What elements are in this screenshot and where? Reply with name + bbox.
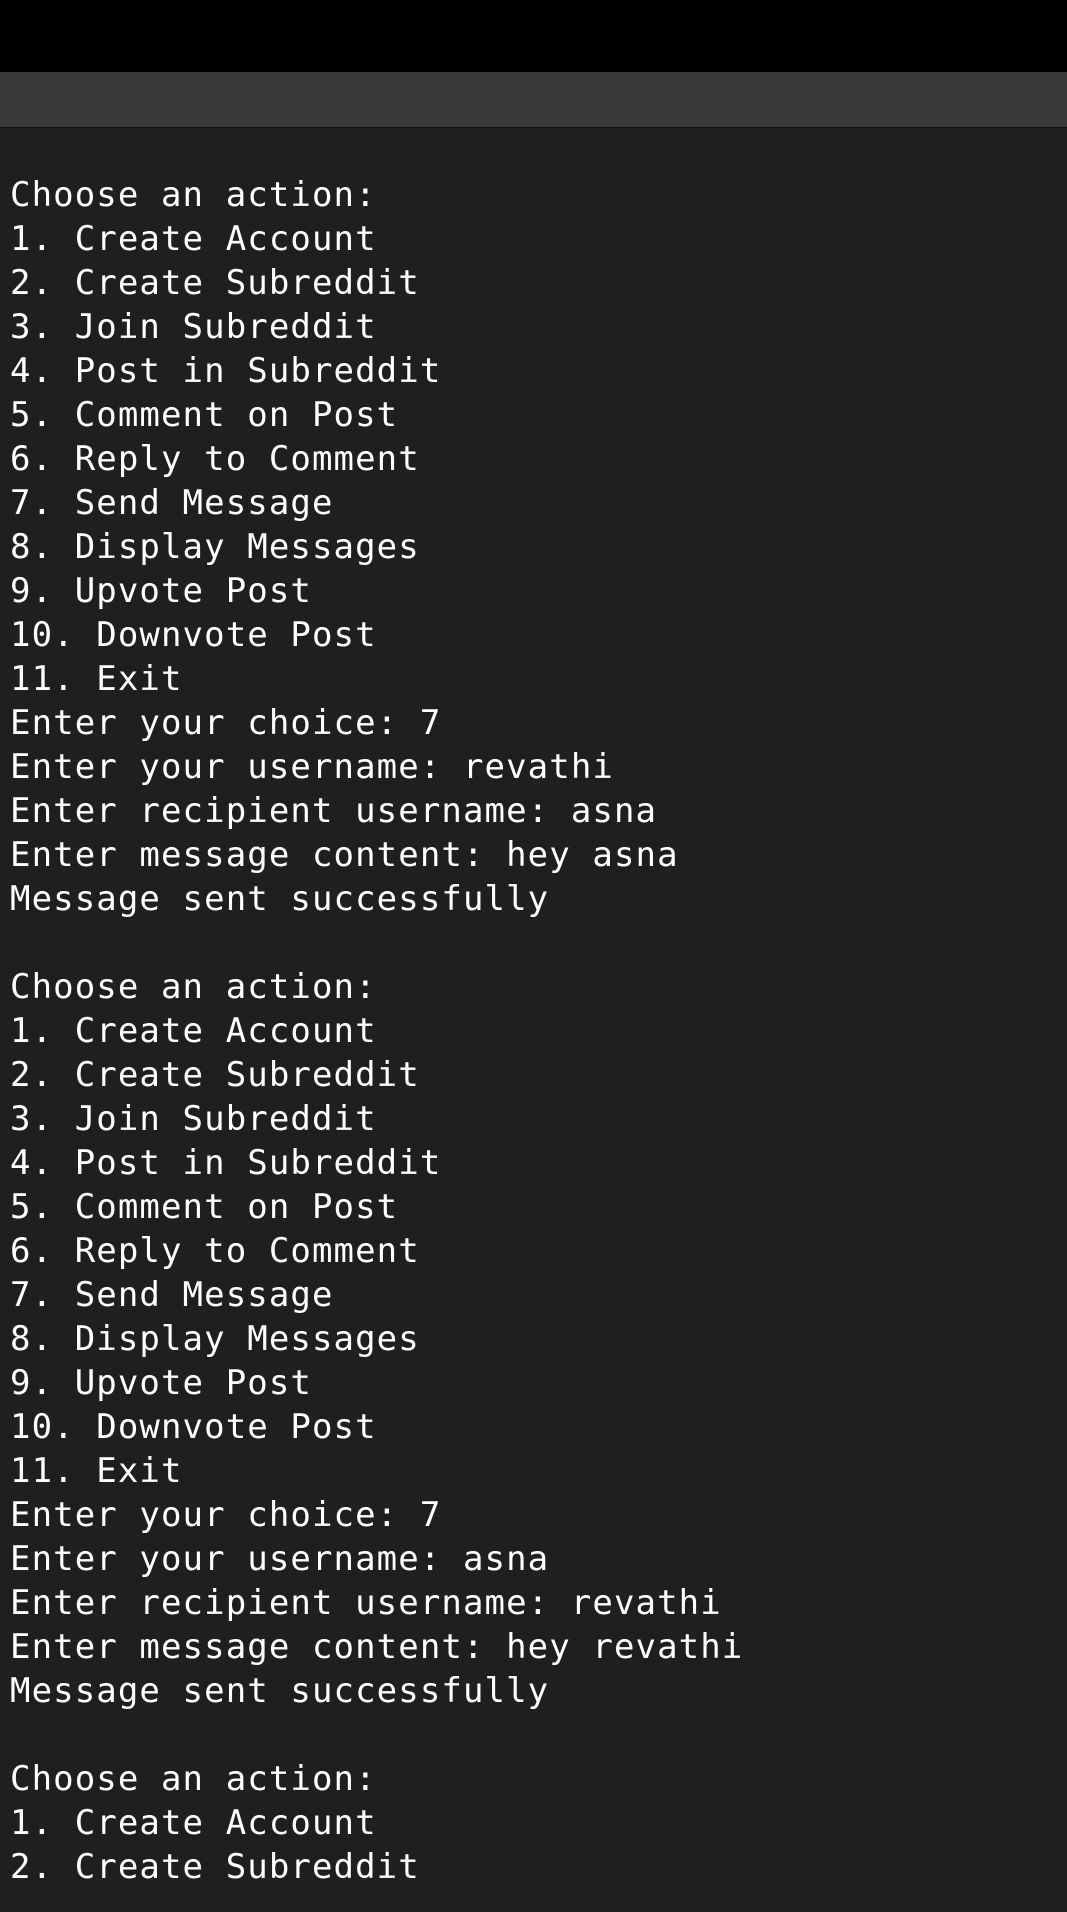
- terminal-line: Enter recipient username: asna: [10, 791, 658, 831]
- terminal-line: 5. Comment on Post: [10, 395, 399, 435]
- terminal-line: Choose an action:: [10, 967, 377, 1007]
- terminal-line: 4. Post in Subreddit: [10, 1143, 442, 1183]
- terminal-line: Message sent successfully: [10, 879, 550, 919]
- terminal-line: Choose an action:: [10, 1759, 377, 1799]
- terminal-line: 7. Send Message: [10, 483, 334, 523]
- terminal-line: 2. Create Subreddit: [10, 263, 420, 303]
- terminal-line: Enter your choice: 7: [10, 703, 442, 743]
- terminal-line: 10. Downvote Post: [10, 615, 377, 655]
- terminal-line: Enter your username: revathi: [10, 747, 614, 787]
- terminal-line: 2. Create Subreddit: [10, 1847, 420, 1887]
- terminal-line: 8. Display Messages: [10, 527, 420, 567]
- terminal-line: 5. Comment on Post: [10, 1187, 399, 1227]
- terminal-line: Enter your choice: 7: [10, 1495, 442, 1535]
- terminal-line: 1. Create Account: [10, 1011, 377, 1051]
- terminal-line: 11. Exit: [10, 1451, 183, 1491]
- terminal-line: Message sent successfully: [10, 1671, 550, 1711]
- terminal-line: 3. Join Subreddit: [10, 307, 377, 347]
- terminal-line: 11. Exit: [10, 659, 183, 699]
- terminal-line: 3. Join Subreddit: [10, 1099, 377, 1139]
- terminal-line: 4. Post in Subreddit: [10, 351, 442, 391]
- terminal-line: 8. Display Messages: [10, 1319, 420, 1359]
- terminal-line: Enter message content: hey asna: [10, 835, 679, 875]
- terminal-line: Enter your username: asna: [10, 1539, 550, 1579]
- terminal-line: 7. Send Message: [10, 1275, 334, 1315]
- terminal-line: 2. Create Subreddit: [10, 1055, 420, 1095]
- terminal-line: Enter message content: hey revathi: [10, 1627, 744, 1667]
- terminal-output-area[interactable]: Choose an action: 1. Create Account 2. C…: [0, 128, 1067, 1912]
- terminal-line: 9. Upvote Post: [10, 1363, 312, 1403]
- top-bar: [0, 0, 1067, 72]
- terminal-line: 9. Upvote Post: [10, 571, 312, 611]
- terminal-line: 6. Reply to Comment: [10, 1231, 420, 1271]
- terminal-line: 10. Downvote Post: [10, 1407, 377, 1447]
- terminal-line: 1. Create Account: [10, 1803, 377, 1843]
- terminal-line: Enter recipient username: revathi: [10, 1583, 722, 1623]
- terminal-line: 6. Reply to Comment: [10, 439, 420, 479]
- terminal-line: Choose an action:: [10, 175, 377, 215]
- terminal-line: 1. Create Account: [10, 219, 377, 259]
- tab-bar: [0, 72, 1067, 128]
- terminal-output: Choose an action: 1. Create Account 2. C…: [10, 173, 743, 1889]
